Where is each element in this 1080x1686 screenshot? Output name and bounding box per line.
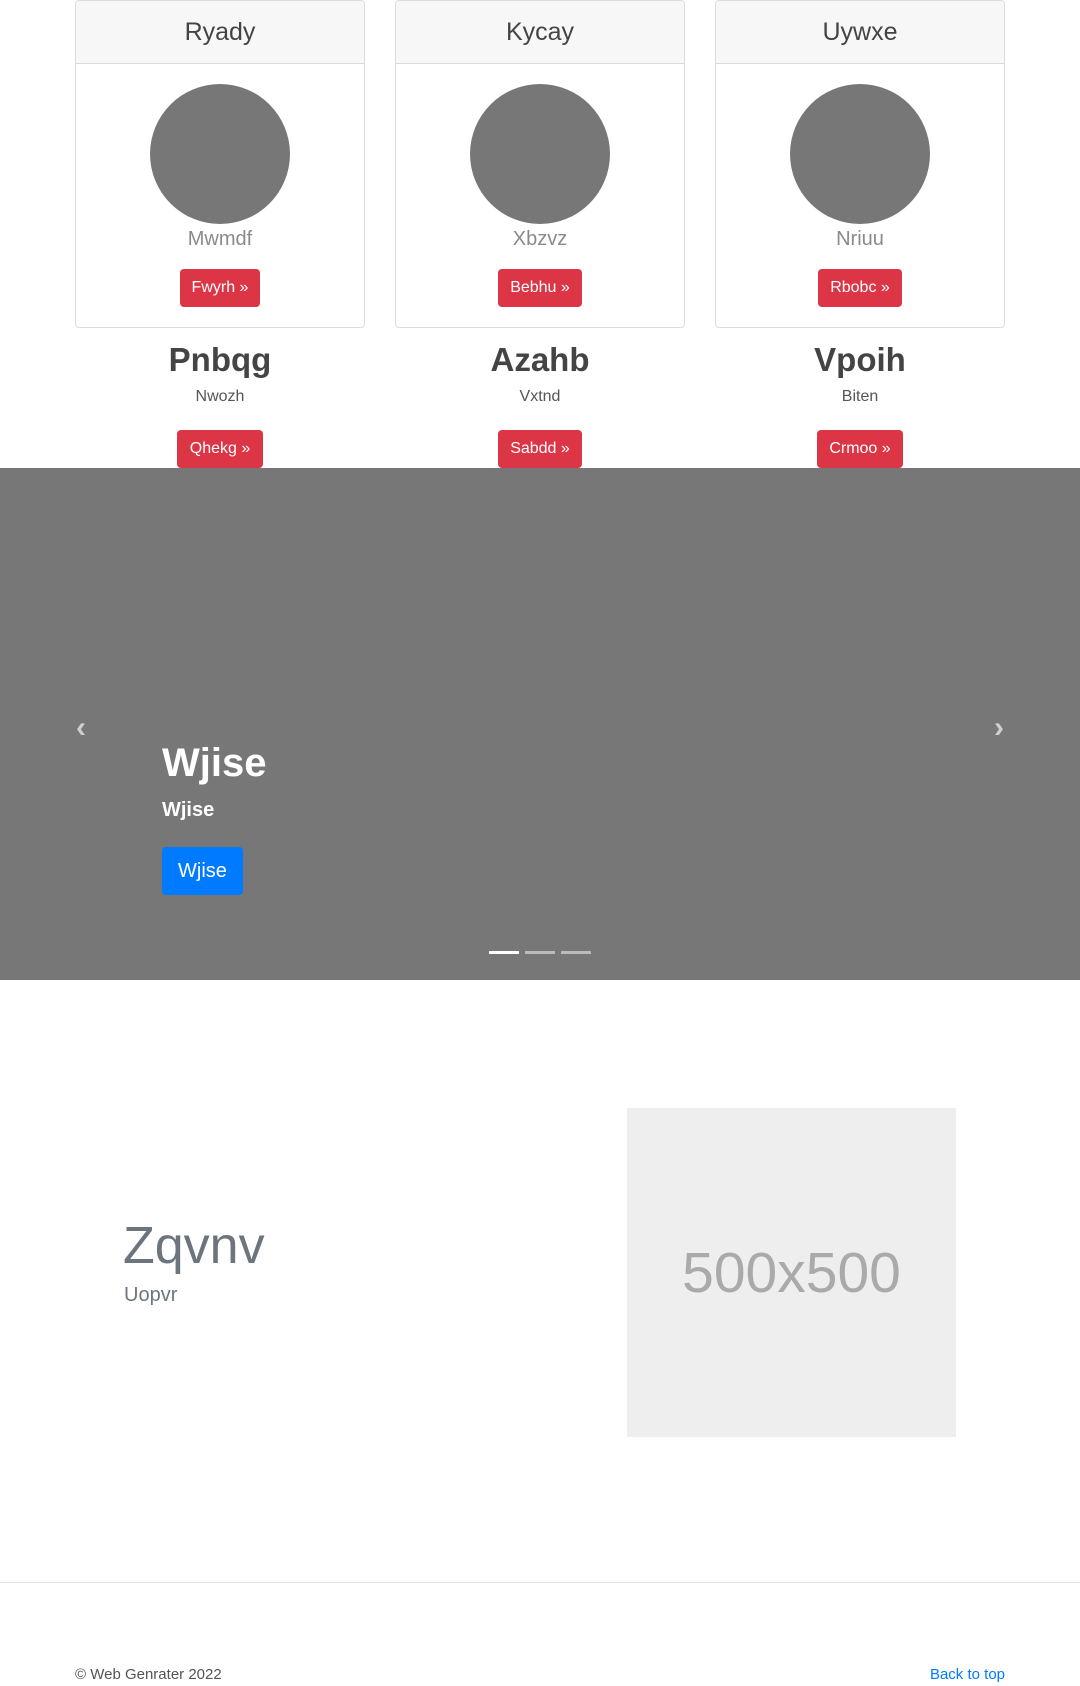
card-header: Ryady <box>76 1 364 64</box>
avatar <box>790 84 930 224</box>
feature-column-3: Vpoih Biten Crmoo » <box>715 340 1005 468</box>
profile-card-1: Ryady Mwmdf Fwyrh » <box>75 0 365 328</box>
feature-button[interactable]: Crmoo » <box>817 430 903 468</box>
footer-copyright: © Web Genrater 2022 <box>75 1666 222 1683</box>
footer-divider <box>0 1582 1080 1583</box>
feature-column-1: Pnbqg Nwozh Qhekg » <box>75 340 365 468</box>
feature-title: Pnbqg <box>168 341 272 378</box>
card-header: Uywxe <box>716 1 1004 64</box>
feature-subtitle: Vxtnd <box>519 387 561 405</box>
card-button[interactable]: Fwyrh » <box>180 269 260 307</box>
chevron-right-icon[interactable]: › <box>984 711 1014 744</box>
carousel-indicator[interactable] <box>489 951 519 954</box>
carousel-subtitle: Wjise <box>162 799 215 821</box>
feature-title: Azahb <box>490 341 590 378</box>
chevron-left-icon[interactable]: ‹ <box>66 711 96 744</box>
carousel-indicator[interactable] <box>525 951 555 954</box>
card-button[interactable]: Bebhu » <box>498 269 582 307</box>
back-to-top-link[interactable]: Back to top <box>930 1666 1005 1683</box>
feature-title: Vpoih <box>814 341 906 378</box>
carousel: ‹ › Wjise Wjise Wjise <box>0 468 1080 980</box>
card-subtitle: Nriuu <box>836 228 884 250</box>
carousel-indicators <box>489 951 591 954</box>
profile-card-3: Uywxe Nriuu Rbobc » <box>715 0 1005 328</box>
carousel-title: Wjise <box>162 741 267 785</box>
feature-subtitle: Nwozh <box>195 387 245 405</box>
card-subtitle: Xbzvz <box>512 228 568 250</box>
feature-button[interactable]: Qhekg » <box>177 430 263 468</box>
featurette-heading: Zqvnv <box>123 1217 265 1275</box>
feature-subtitle: Biten <box>841 387 879 405</box>
feature-button[interactable]: Sabdd » <box>498 430 582 468</box>
card-header: Kycay <box>396 1 684 64</box>
image-placeholder: 500x500 <box>627 1108 956 1437</box>
carousel-button[interactable]: Wjise <box>162 847 243 895</box>
featurette-subtitle: Uopvr <box>124 1284 178 1306</box>
carousel-caption: Wjise Wjise Wjise <box>162 741 267 895</box>
card-button[interactable]: Rbobc » <box>818 269 902 307</box>
carousel-indicator[interactable] <box>561 951 591 954</box>
feature-column-2: Azahb Vxtnd Sabdd » <box>395 340 685 468</box>
card-subtitle: Mwmdf <box>187 228 253 250</box>
avatar <box>470 84 610 224</box>
avatar <box>150 84 290 224</box>
profile-card-2: Kycay Xbzvz Bebhu » <box>395 0 685 328</box>
